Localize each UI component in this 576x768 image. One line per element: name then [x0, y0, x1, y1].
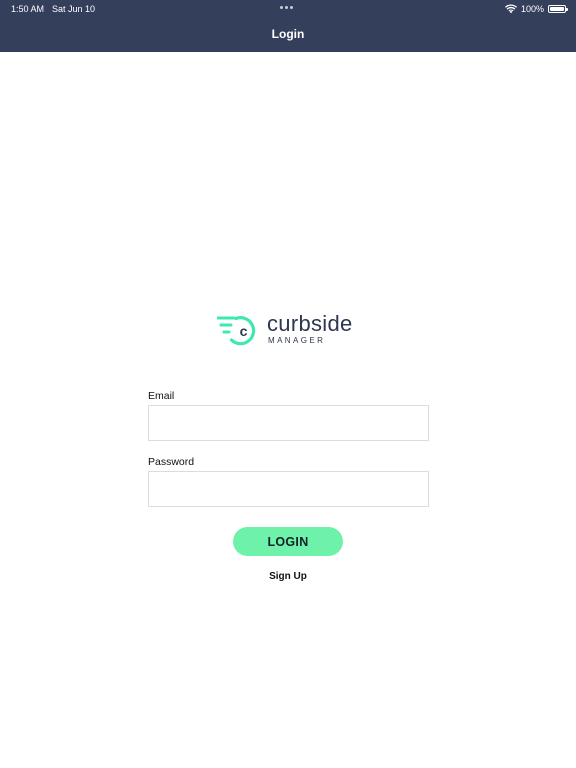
battery-icon [548, 5, 568, 13]
status-right: 100% [504, 3, 568, 15]
battery-percentage: 100% [520, 4, 544, 14]
password-label: Password [148, 456, 195, 468]
password-field[interactable] [148, 471, 429, 507]
status-date: Sat Jun 10 [52, 4, 96, 14]
email-label: Email [148, 390, 175, 402]
logo-subtitle: MANAGER [268, 336, 326, 345]
logo-letter: c [240, 323, 248, 339]
curbside-logo: c curbside MANAGER [217, 311, 362, 351]
login-button[interactable]: LOGIN [233, 527, 343, 556]
logo-wordmark: curbside [267, 311, 353, 336]
email-field[interactable] [148, 405, 429, 441]
login-form: Email Password [148, 390, 429, 507]
header: 1:50 AM Sat Jun 10 100% Login [0, 0, 576, 52]
multitasking-dots-icon[interactable] [280, 4, 296, 12]
page-title: Login [271, 27, 305, 41]
sign-up-link[interactable]: Sign Up [0, 571, 576, 582]
status-bar: 1:50 AM Sat Jun 10 100% [0, 0, 576, 18]
wifi-icon [504, 4, 517, 14]
status-time: 1:50 AM [11, 4, 45, 14]
curbside-logo-icon: c [217, 316, 256, 346]
